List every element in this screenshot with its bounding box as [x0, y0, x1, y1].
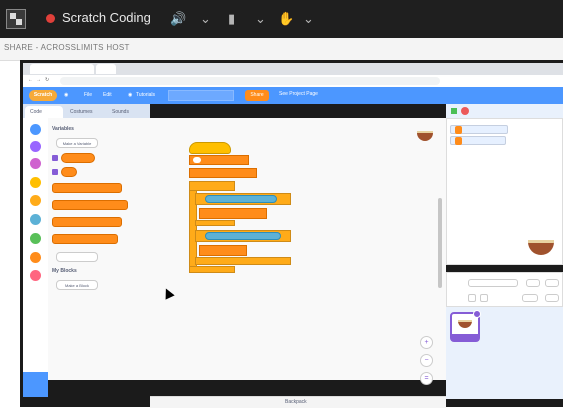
share-button[interactable]: Share	[245, 90, 269, 101]
show-sprite-icon[interactable]	[468, 294, 476, 302]
set-variable-block[interactable]	[189, 168, 257, 178]
set-variable-block[interactable]	[52, 183, 122, 193]
variable-checkbox[interactable]	[52, 169, 58, 175]
forever-block-end	[189, 266, 235, 273]
show-variable-block[interactable]	[52, 217, 122, 227]
mic-icon[interactable]: 🔊	[170, 11, 186, 27]
forever-block[interactable]	[189, 181, 235, 191]
zoom-reset-button[interactable]: =	[420, 372, 433, 385]
chevron-down-icon[interactable]: ⌄	[200, 11, 211, 27]
category-events[interactable]	[30, 177, 41, 188]
menu-tutorials[interactable]: Tutorials	[136, 91, 155, 99]
category-menu	[23, 118, 49, 376]
sprite-thumbnail-label	[452, 334, 478, 340]
category-looks[interactable]	[30, 141, 41, 152]
menu-edit[interactable]: Edit	[103, 91, 112, 99]
url-field[interactable]	[60, 77, 440, 85]
meeting-title: Scratch Coding	[62, 10, 151, 25]
touching-condition-block[interactable]	[205, 195, 277, 203]
new-tab-button[interactable]	[96, 64, 116, 74]
green-flag-icon[interactable]	[451, 108, 457, 114]
make-list-button[interactable]	[56, 252, 98, 262]
raise-hand-icon[interactable]: ✋	[278, 11, 294, 27]
back-icon[interactable]: ←	[28, 77, 33, 83]
if-block-end	[195, 257, 291, 265]
chevron-down-icon[interactable]: ⌄	[303, 11, 314, 27]
category-motion[interactable]	[30, 124, 41, 135]
menu-file[interactable]: File	[84, 91, 92, 99]
set-variable-block[interactable]	[189, 155, 249, 165]
category-sound[interactable]	[30, 158, 41, 169]
category-control[interactable]	[30, 195, 41, 206]
hide-variable-block[interactable]	[52, 234, 118, 244]
zoom-out-button[interactable]: −	[420, 354, 433, 367]
y-field[interactable]	[545, 279, 559, 287]
app-logo-icon[interactable]	[6, 9, 26, 29]
backpack-label: Backpack	[285, 399, 307, 405]
make-block-button[interactable]: Make a Block	[56, 280, 98, 290]
value-slot[interactable]	[193, 157, 201, 164]
category-sensing[interactable]	[30, 214, 41, 225]
sprite-name-field[interactable]	[468, 279, 518, 287]
globe-icon[interactable]: ◉	[64, 91, 68, 99]
variables-heading: Variables	[52, 126, 74, 132]
reload-icon[interactable]: ↻	[45, 77, 49, 83]
monitor-value	[455, 126, 463, 134]
if-block-end	[195, 220, 235, 226]
category-operators[interactable]	[30, 233, 41, 244]
category-variables[interactable]	[30, 252, 41, 263]
tutorials-icon: ◉	[128, 92, 133, 98]
my-blocks-heading: My Blocks	[52, 268, 77, 274]
variable-monitor	[450, 136, 506, 145]
variable-reporter-block[interactable]	[61, 153, 95, 163]
browser-tab[interactable]	[30, 64, 94, 74]
recording-indicator-icon	[46, 14, 55, 23]
video-icon[interactable]: ▮	[228, 11, 235, 27]
sprite-info-pane	[446, 272, 563, 307]
stop-icon[interactable]	[461, 107, 469, 115]
variable-checkbox[interactable]	[52, 155, 58, 161]
delete-sprite-icon[interactable]	[473, 310, 481, 318]
see-project-page-button[interactable]: See Project Page	[279, 91, 318, 97]
when-flag-clicked-block[interactable]	[189, 142, 231, 154]
project-title-input[interactable]	[168, 90, 234, 101]
tab-costumes[interactable]: Costumes	[65, 106, 105, 118]
change-variable-block[interactable]	[199, 208, 267, 219]
tab-code[interactable]: Code	[25, 106, 63, 118]
scratch-logo[interactable]: Scratch	[29, 90, 57, 101]
variable-monitor	[450, 125, 508, 134]
variable-reporter-block[interactable]	[61, 167, 77, 177]
touching-condition-block[interactable]	[205, 232, 281, 240]
category-my-blocks[interactable]	[30, 270, 41, 281]
code-scrollbar[interactable]	[438, 198, 442, 288]
zoom-in-button[interactable]: +	[420, 336, 433, 349]
x-field[interactable]	[526, 279, 540, 287]
monitor-value	[455, 137, 463, 145]
size-field[interactable]	[522, 294, 538, 302]
add-extension-button[interactable]	[23, 372, 48, 397]
forward-icon[interactable]: →	[36, 77, 41, 83]
share-label: SHARE - ACROSSLIMITS HOST	[4, 43, 130, 52]
hide-sprite-icon[interactable]	[480, 294, 488, 302]
direction-field[interactable]	[545, 294, 559, 302]
make-variable-button[interactable]: Make a Variable	[56, 138, 98, 148]
change-variable-block[interactable]	[199, 245, 247, 256]
change-variable-block[interactable]	[52, 200, 128, 210]
tab-sounds[interactable]: Sounds	[107, 106, 147, 118]
chevron-down-icon[interactable]: ⌄	[255, 11, 266, 27]
